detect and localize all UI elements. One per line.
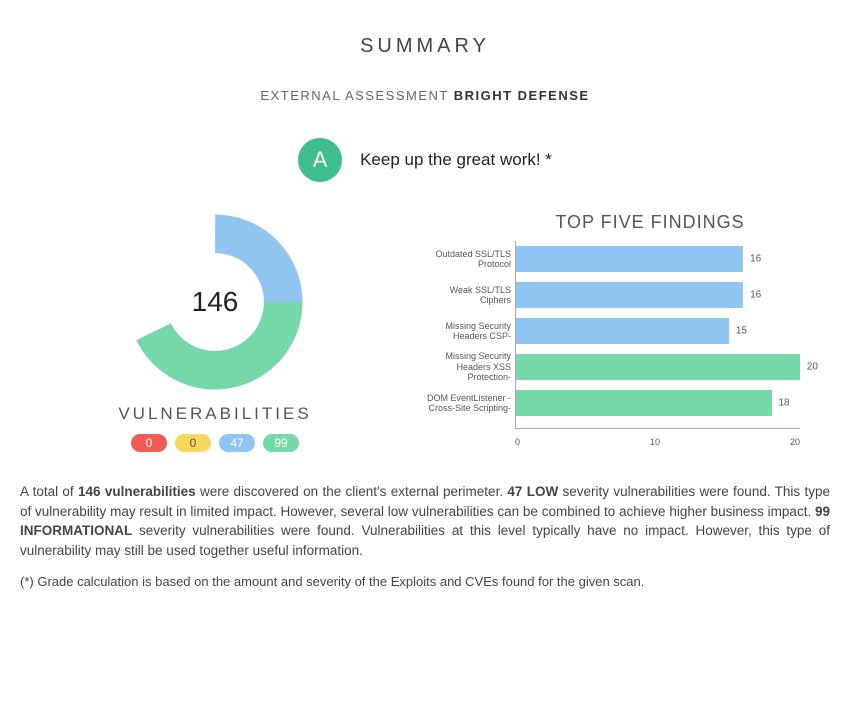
top-five-panel: TOP FIVE FINDINGS Outdated SSL/TLS Proto… (420, 212, 820, 452)
pill-medium: 0 (175, 434, 211, 452)
bar-value: 16 (750, 254, 761, 265)
bar-label: DOM EventListener - Cross-Site Scripting… (421, 393, 511, 414)
subhead: EXTERNAL ASSESSMENT BRIGHT DEFENSE (0, 88, 850, 103)
vulnerabilities-panel: 146 VULNERABILITIES 0 0 47 99 (70, 212, 360, 452)
bar-row: Outdated SSL/TLS Protocol16 (516, 245, 800, 273)
grade-message: Keep up the great work! * (360, 150, 552, 170)
bar-value: 16 (750, 290, 761, 301)
bar-row: Missing Security Headers XSS Protection-… (516, 353, 800, 381)
subhead-strong: BRIGHT DEFENSE (454, 88, 590, 103)
severity-pill-row: 0 0 47 99 (131, 434, 299, 452)
bar-value: 20 (807, 362, 818, 373)
page-title: SUMMARY (0, 35, 850, 58)
bar-label: Missing Security Headers XSS Protection- (421, 351, 511, 382)
summary-paragraph: A total of 146 vulnerabilities were disc… (20, 482, 830, 560)
x-axis: 0 10 20 (515, 437, 800, 447)
subhead-prefix: EXTERNAL ASSESSMENT (260, 88, 448, 103)
bar-row: Missing Security Headers CSP-15 (516, 317, 800, 345)
dashboard: 146 VULNERABILITIES 0 0 47 99 TOP FIVE F… (0, 212, 850, 452)
bar-rect: 16 (516, 246, 743, 272)
top-five-title: TOP FIVE FINDINGS (480, 212, 820, 233)
pill-low: 47 (219, 434, 255, 452)
grade-badge: A (298, 138, 342, 182)
x-tick: 20 (790, 437, 800, 447)
footnote: (*) Grade calculation is based on the am… (20, 574, 830, 589)
x-tick: 10 (650, 437, 660, 447)
bar-label: Missing Security Headers CSP- (421, 321, 511, 342)
bar-label: Outdated SSL/TLS Protocol (421, 249, 511, 270)
x-tick: 0 (515, 437, 520, 447)
bar-value: 15 (736, 326, 747, 337)
bar-label: Weak SSL/TLS Ciphers (421, 285, 511, 306)
bar-row: DOM EventListener - Cross-Site Scripting… (516, 389, 800, 417)
bar-rect: 16 (516, 282, 743, 308)
bar-chart: Outdated SSL/TLS Protocol16Weak SSL/TLS … (420, 241, 800, 451)
donut-total: 146 (125, 212, 305, 392)
pill-critical: 0 (131, 434, 167, 452)
pill-info: 99 (263, 434, 299, 452)
bar-rect: 20 (516, 354, 800, 380)
bar-rect: 15 (516, 318, 729, 344)
grade-row: A Keep up the great work! * (0, 138, 850, 182)
bar-rect: 18 (516, 390, 772, 416)
bar-value: 18 (778, 398, 789, 409)
bars-area: Outdated SSL/TLS Protocol16 Weak SSL/TLS … (515, 241, 800, 429)
donut-chart: 146 (125, 212, 305, 392)
bar-row: Weak SSL/TLS Ciphers16 (516, 281, 800, 309)
vulnerabilities-title: VULNERABILITIES (118, 404, 311, 424)
